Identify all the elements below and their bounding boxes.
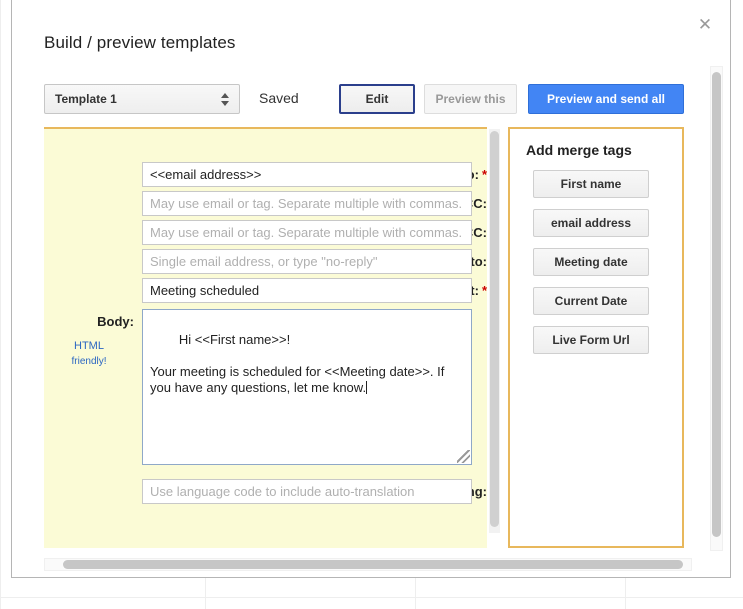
merge-tag-button-meeting-date[interactable]: Meeting date xyxy=(533,248,649,276)
toolbar: Template 1 Saved Edit Preview this Previ… xyxy=(44,84,684,116)
template-select[interactable]: Template 1 xyxy=(44,84,240,114)
field-row: Subject:* Meeting scheduled xyxy=(44,278,487,304)
template-select-value: Template 1 xyxy=(55,92,117,106)
edit-button[interactable]: Edit xyxy=(339,84,415,114)
field-row: BCC: May use email or tag. Separate mult… xyxy=(44,220,487,246)
field-row: Reply-to: Single email address, or type … xyxy=(44,249,487,275)
field-row: To:* <<email address>> xyxy=(44,162,487,188)
body-text: Hi <<First name>>! Your meeting is sched… xyxy=(150,332,445,395)
save-status-text: Saved xyxy=(259,90,299,106)
body-label-group: Body: HTML friendly! xyxy=(44,313,134,367)
merge-tag-button-email-address[interactable]: email address xyxy=(533,209,649,237)
merge-tag-button-live-form-url[interactable]: Live Form Url xyxy=(533,326,649,354)
page-title: Build / preview templates xyxy=(44,33,236,52)
close-icon[interactable]: ✕ xyxy=(694,14,716,36)
resize-handle-icon[interactable] xyxy=(457,450,470,463)
compose-vertical-scrollbar-thumb[interactable] xyxy=(490,131,499,527)
cc-input[interactable]: May use email or tag. Separate multiple … xyxy=(142,191,472,216)
lang-input[interactable]: Use language code to include auto-transl… xyxy=(142,479,472,504)
body-textarea[interactable]: Hi <<First name>>! Your meeting is sched… xyxy=(142,309,472,465)
merge-tags-title: Add merge tags xyxy=(526,142,632,158)
to-input[interactable]: <<email address>> xyxy=(142,162,472,187)
updown-arrows-icon xyxy=(221,89,230,111)
dialog-vertical-scrollbar-thumb[interactable] xyxy=(712,72,721,537)
merge-tag-button-current-date[interactable]: Current Date xyxy=(533,287,649,315)
dialog-horizontal-scrollbar-thumb[interactable] xyxy=(63,560,683,569)
html-friendly-link[interactable]: HTML friendly! xyxy=(44,339,134,369)
bcc-input[interactable]: May use email or tag. Separate multiple … xyxy=(142,220,472,245)
field-row: CC: May use email or tag. Separate multi… xyxy=(44,191,487,217)
reply-to-input[interactable]: Single email address, or type "no-reply" xyxy=(142,249,472,274)
text-caret xyxy=(366,381,368,394)
body-label: Body: xyxy=(97,314,134,329)
html-friendly-line1: HTML xyxy=(74,340,104,352)
subject-input[interactable]: Meeting scheduled xyxy=(142,278,472,303)
preview-this-button[interactable]: Preview this xyxy=(424,84,517,114)
html-friendly-line2: friendly! xyxy=(71,356,107,367)
merge-tag-button-first-name[interactable]: First name xyxy=(533,170,649,198)
compose-form-panel: To:* <<email address>> CC: May use email… xyxy=(44,127,487,548)
merge-tags-panel: Add merge tags First name email address … xyxy=(508,127,684,548)
preview-and-send-all-button[interactable]: Preview and send all xyxy=(528,84,684,114)
build-preview-templates-dialog: ✕ Build / preview templates Template 1 S… xyxy=(11,0,731,578)
field-row: Lang: Use language code to include auto-… xyxy=(44,479,487,505)
content-area: To:* <<email address>> CC: May use email… xyxy=(44,127,684,548)
